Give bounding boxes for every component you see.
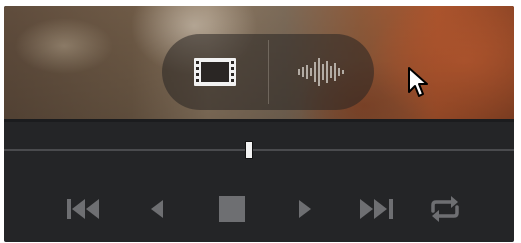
loop-button[interactable] — [422, 186, 468, 232]
video-view-button[interactable] — [162, 34, 268, 110]
skip-to-start-button[interactable] — [61, 186, 107, 232]
scrubber-track[interactable] — [4, 149, 514, 151]
play-icon — [299, 200, 311, 218]
skip-to-start-icon — [67, 199, 99, 219]
view-mode-toggle — [162, 34, 374, 110]
audio-view-button[interactable] — [269, 34, 375, 110]
audio-waveform-icon — [298, 58, 345, 86]
play-button[interactable] — [281, 186, 327, 232]
mouse-pointer-icon — [407, 66, 433, 105]
transport-controls — [4, 186, 514, 232]
play-reverse-button[interactable] — [134, 186, 180, 232]
skip-to-end-icon — [360, 199, 393, 219]
film-strip-icon — [193, 58, 236, 86]
timeline-scrubber[interactable] — [4, 122, 514, 182]
play-reverse-icon — [151, 200, 163, 218]
viewer-panel — [4, 6, 514, 242]
skip-to-end-button[interactable] — [353, 186, 399, 232]
loop-icon — [431, 196, 459, 222]
playhead-handle[interactable] — [245, 141, 253, 159]
stop-icon — [219, 196, 245, 222]
stop-button[interactable] — [209, 186, 255, 232]
